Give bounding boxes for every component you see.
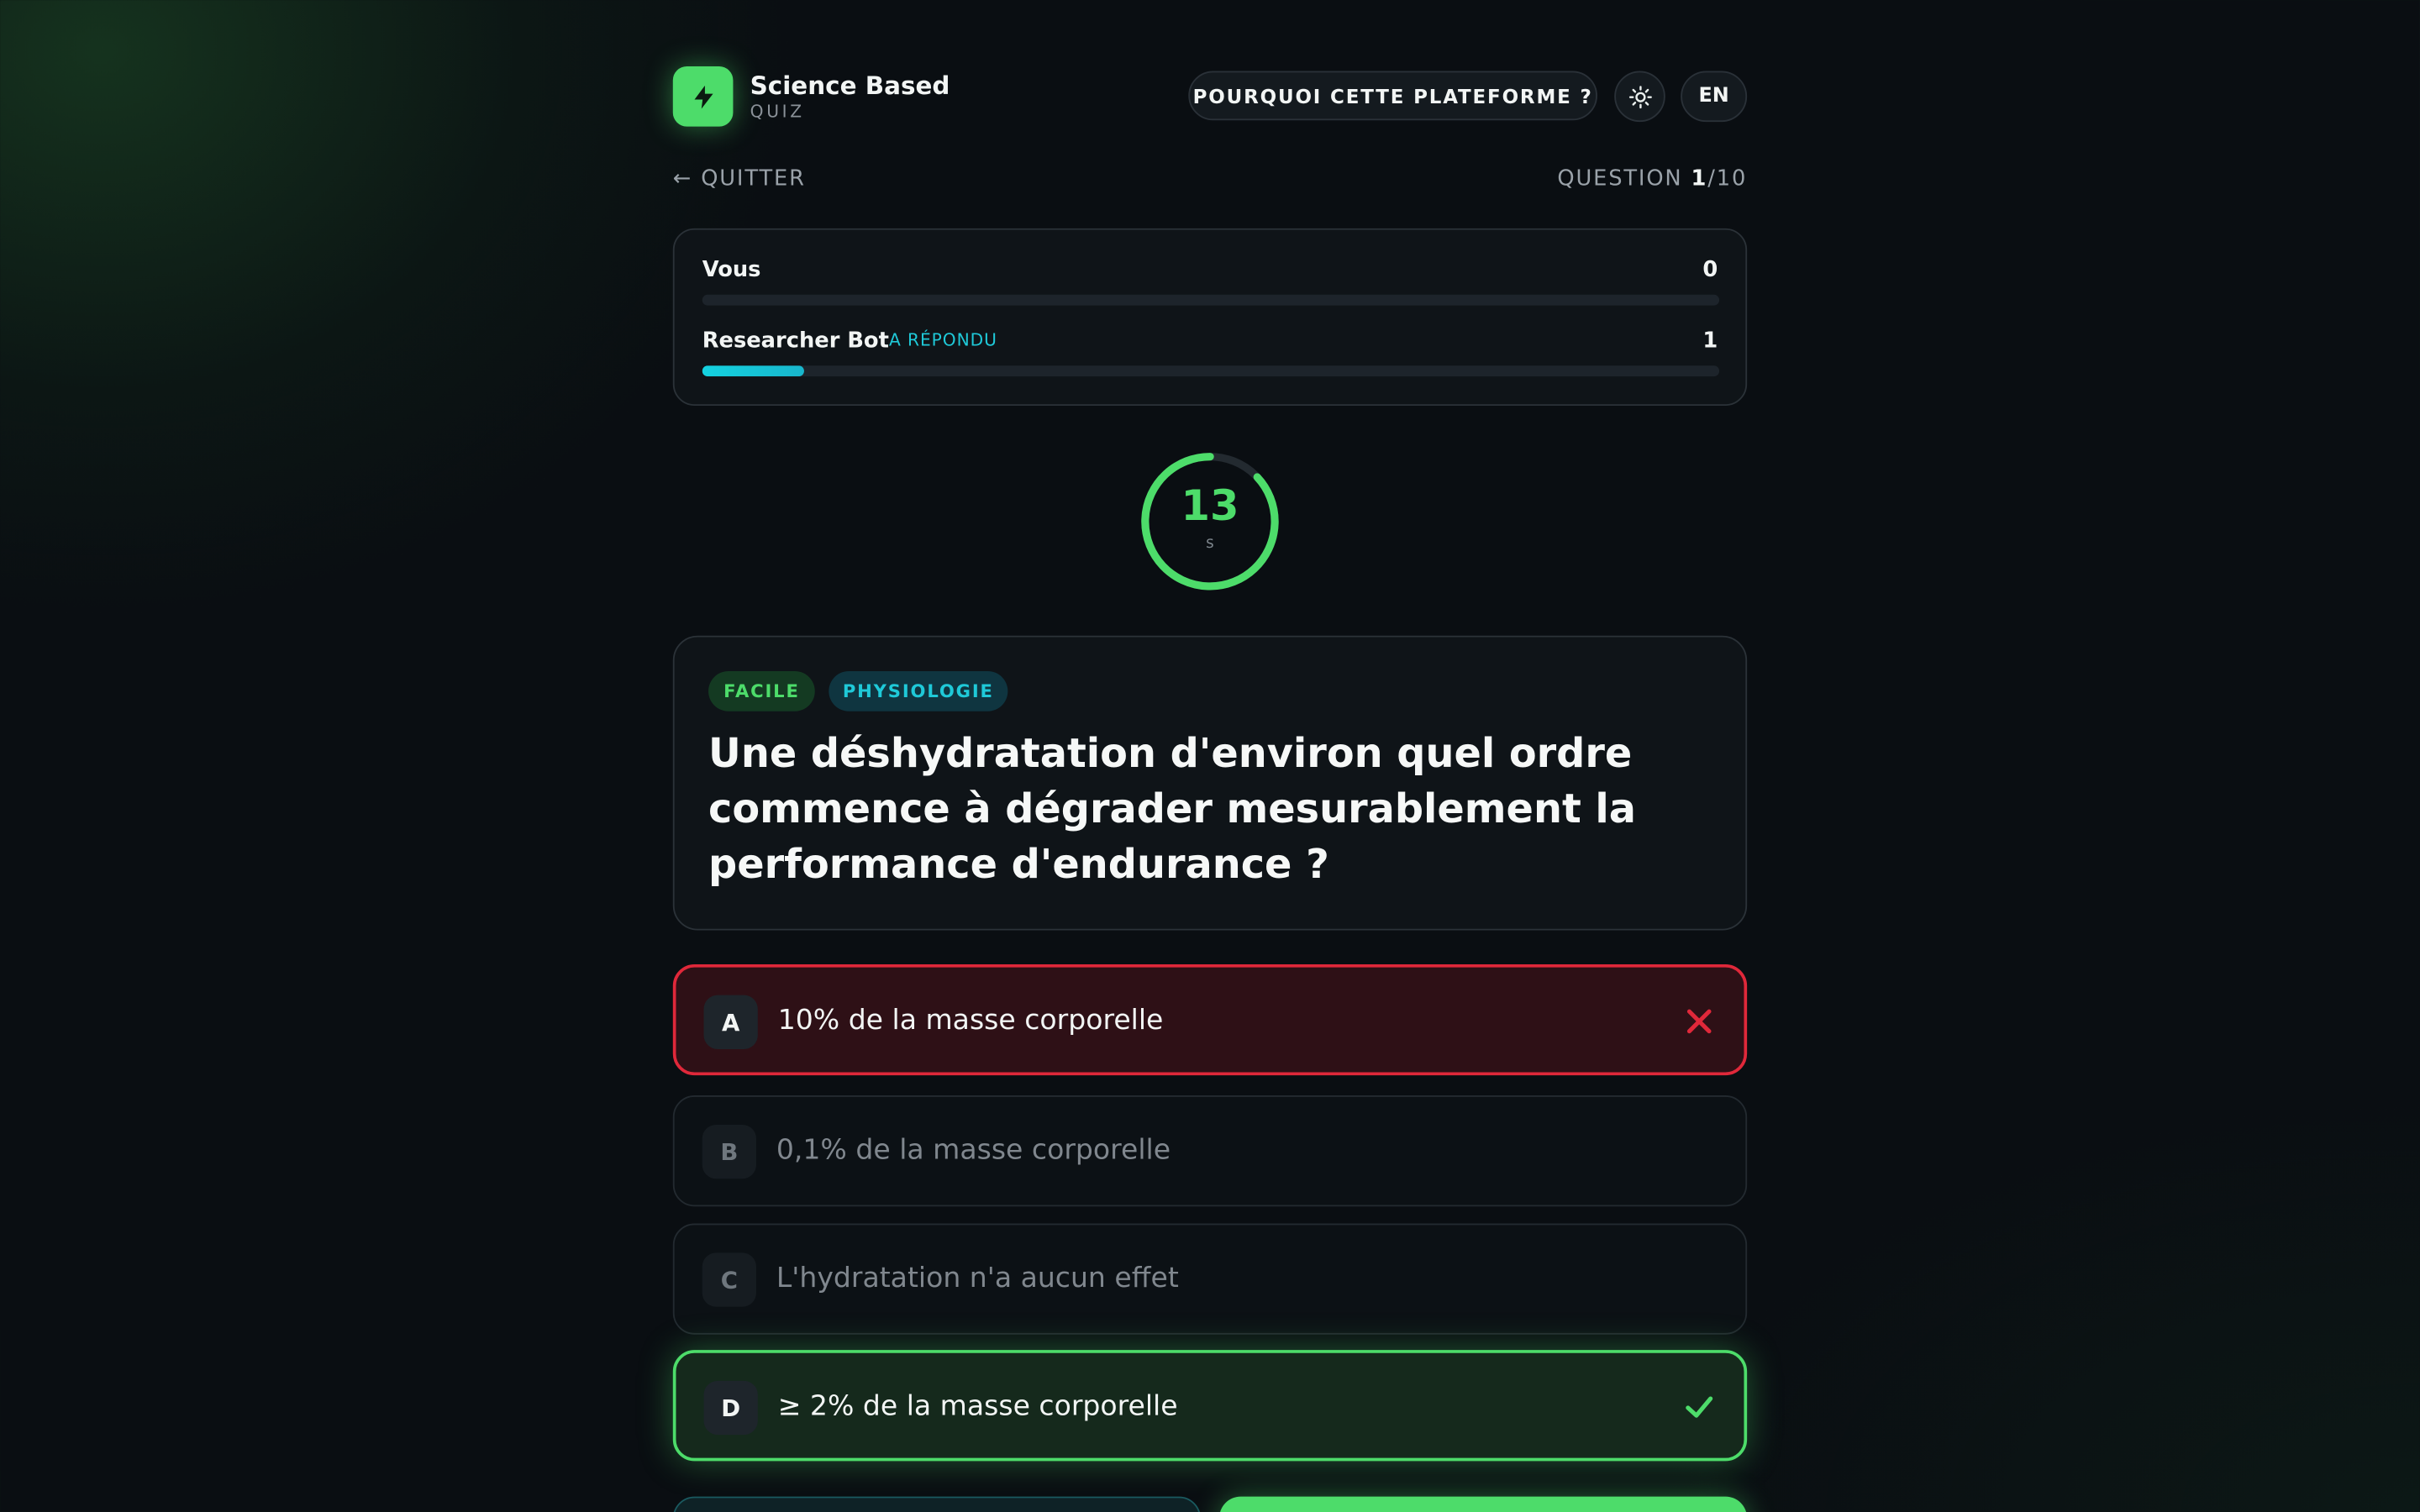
language-button[interactable]: EN <box>1681 71 1748 123</box>
answer-option-a[interactable]: A 10% de la masse corporelle <box>672 963 1748 1076</box>
lightning-icon <box>693 85 713 108</box>
scoreboard: Vous 0 Researcher Bot A RÉPONDU 1 <box>672 228 1748 407</box>
player-score-bot: 1 <box>1702 328 1718 354</box>
option-text: ≥ 2% de la masse corporelle <box>777 1389 1178 1423</box>
progress-track-bot <box>702 365 1720 377</box>
player-name-bot: Researcher Bot <box>702 328 889 354</box>
answer-option-b[interactable]: B 0,1% de la masse corporelle <box>672 1095 1748 1207</box>
quit-link[interactable]: ← QUITTER <box>673 166 806 191</box>
brand-subtitle: QUIZ <box>750 102 805 123</box>
progress-track-you <box>702 294 1720 306</box>
option-text: 0,1% de la masse corporelle <box>776 1133 1171 1167</box>
progress-fill-bot <box>702 365 804 377</box>
option-letter: B <box>702 1124 756 1179</box>
quiz-screen: Science Based QUIZ POURQUOI CETTE PLATEF… <box>0 0 2420 1512</box>
timer-unit: s <box>1206 535 1214 553</box>
answer-option-c[interactable]: C L'hydratation n'a aucun effet <box>672 1223 1748 1335</box>
option-letter: D <box>703 1380 758 1436</box>
option-letter: A <box>703 995 758 1049</box>
question-current: 1 <box>1691 166 1708 192</box>
app-logo[interactable] <box>672 66 734 127</box>
option-text: L'hydratation n'a aucun effet <box>776 1262 1179 1294</box>
why-platform-button[interactable]: POURQUOI CETTE PLATEFORME ? <box>1188 71 1597 121</box>
topic-tag: PHYSIOLOGIE <box>829 670 1008 711</box>
player-score-you: 0 <box>1702 257 1718 283</box>
countdown-timer: 13 s <box>1139 450 1281 592</box>
primary-action-button[interactable] <box>1218 1496 1748 1512</box>
brand-name: Science Based <box>750 71 950 101</box>
answer-option-d[interactable]: D ≥ 2% de la masse corporelle <box>672 1350 1748 1462</box>
close-icon <box>1686 1009 1712 1034</box>
question-card: FACILE PHYSIOLOGIE Une déshydratation d'… <box>672 635 1748 931</box>
timer-value: 13 <box>1181 482 1239 531</box>
player-name-you: Vous <box>702 257 761 283</box>
question-counter: QUESTION 1/10 <box>1557 166 1747 191</box>
checkmark-icon <box>1686 1396 1713 1418</box>
option-text: 10% de la masse corporelle <box>777 1004 1164 1037</box>
secondary-action-button[interactable] <box>672 1496 1201 1512</box>
option-letter: C <box>702 1252 756 1307</box>
question-total: /10 <box>1707 166 1748 192</box>
difficulty-tag: FACILE <box>708 670 815 711</box>
sun-icon <box>1628 85 1651 108</box>
answered-badge: A RÉPONDU <box>888 330 997 350</box>
question-counter-prefix: QUESTION <box>1557 166 1691 192</box>
theme-toggle-button[interactable] <box>1614 71 1665 123</box>
question-text: Une déshydratation d'environ quel ordre … <box>708 731 1636 889</box>
